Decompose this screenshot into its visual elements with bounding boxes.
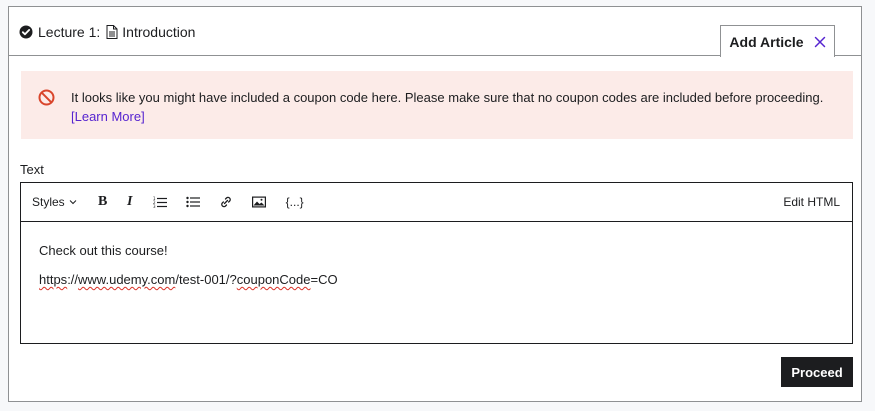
code-snippet-button[interactable]: {...} (281, 190, 309, 214)
url-segment-path: /test-001/? (175, 272, 237, 287)
content-line-1: Check out this course! (39, 243, 168, 258)
url-segment-separator: :// (67, 272, 79, 287)
numbered-list-button[interactable]: 1 2 3 (149, 190, 171, 214)
learn-more-link[interactable]: [Learn More] (71, 109, 145, 124)
lecture-heading: Lecture 1: Introduction (19, 24, 195, 40)
numbered-list-icon: 1 2 3 (153, 196, 167, 208)
ban-icon (38, 89, 55, 106)
svg-text:3: 3 (153, 204, 156, 208)
lecture-panel: Lecture 1: Introduction Add Article It l… (8, 6, 862, 402)
coupon-warning-alert: It looks like you might have included a … (21, 71, 853, 139)
proceed-button[interactable]: Proceed (781, 357, 853, 387)
url-segment-value: =CO (310, 272, 338, 287)
image-button[interactable] (248, 190, 270, 214)
styles-dropdown[interactable]: Styles (32, 190, 77, 214)
chevron-down-icon (69, 200, 77, 205)
bullet-list-button[interactable] (182, 190, 204, 214)
alert-message: It looks like you might have included a … (71, 90, 824, 105)
link-button[interactable] (215, 190, 237, 214)
url-segment-protocol: https (39, 272, 68, 287)
bold-button[interactable]: B (95, 190, 111, 214)
text-field-label: Text (20, 162, 44, 177)
document-icon (106, 25, 118, 39)
editor-toolbar: Styles B I 1 2 3 {...} Edit HTML (21, 183, 852, 222)
check-circle-icon (19, 25, 33, 39)
add-article-tab[interactable]: Add Article (720, 25, 835, 57)
content-url-line: https://www.udemy.com/test-001/?couponCo… (39, 270, 834, 289)
styles-dropdown-label: Styles (32, 195, 65, 209)
link-icon (220, 196, 231, 208)
rich-text-editor: Styles B I 1 2 3 {...} Edit HTML Check o… (20, 182, 853, 344)
italic-button[interactable]: I (122, 190, 138, 214)
image-icon (251, 196, 266, 208)
add-article-tab-label: Add Article (729, 33, 804, 50)
bullet-list-icon (185, 196, 200, 208)
edit-html-button[interactable]: Edit HTML (783, 195, 840, 209)
url-segment-domain: www.udemy.com (78, 272, 176, 287)
url-segment-param: couponCode (236, 272, 311, 287)
close-icon[interactable] (814, 36, 826, 48)
lecture-label: Lecture 1: (38, 24, 101, 40)
editor-content[interactable]: Check out this course! https://www.udemy… (21, 222, 852, 318)
lecture-title: Introduction (122, 24, 196, 40)
lecture-header: Lecture 1: Introduction Add Article (9, 7, 861, 57)
